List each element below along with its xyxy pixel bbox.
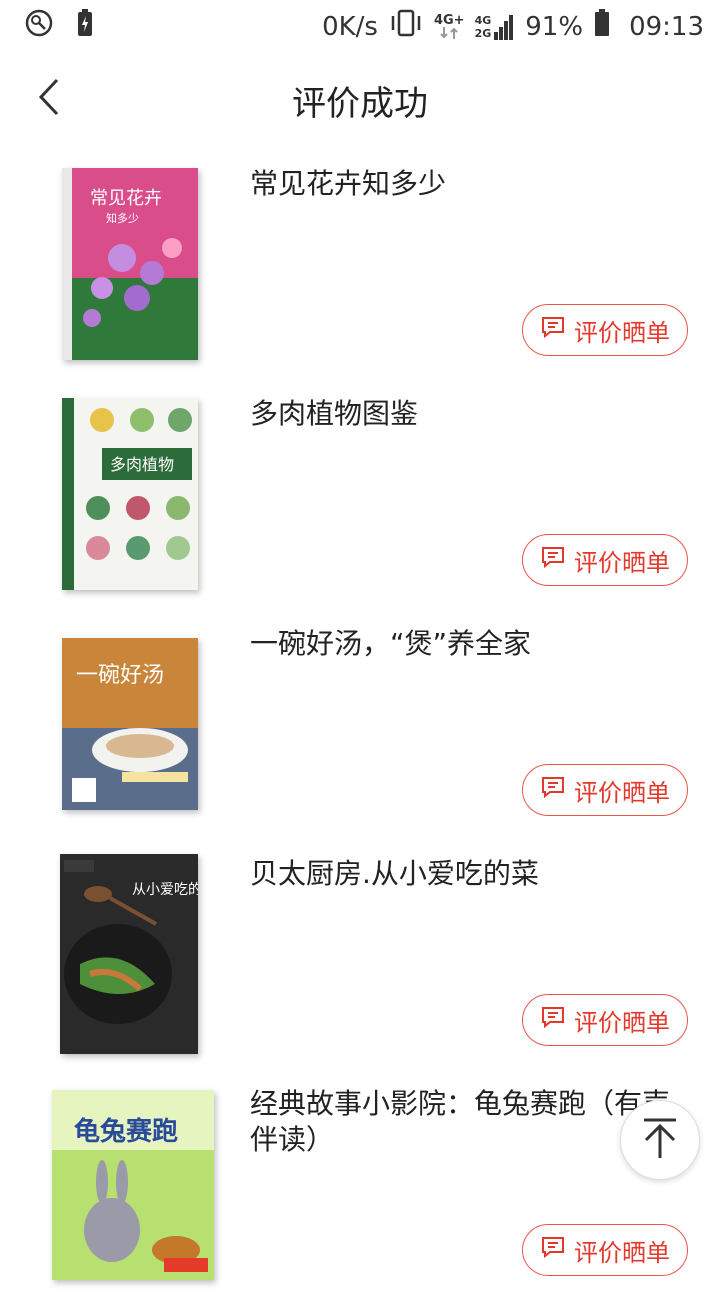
list-item: 多肉植物 多肉植物图鉴 评价晒单 (0, 380, 720, 610)
comment-icon (540, 1005, 566, 1035)
review-share-button[interactable]: 评价晒单 (522, 304, 688, 356)
vibrate-icon (388, 8, 424, 45)
review-share-button[interactable]: 评价晒单 (522, 764, 688, 816)
clock: 09:13 (629, 11, 704, 42)
review-share-button[interactable]: 评价晒单 (522, 994, 688, 1046)
book-cover-image[interactable]: 常见花卉 知多少 (62, 168, 198, 360)
signal-4g-2g: 4G 2G (475, 14, 516, 40)
product-title[interactable]: 常见花卉知多少 (250, 166, 690, 202)
product-title[interactable]: 多肉植物图鉴 (250, 396, 690, 432)
signal-4g-plus: 4G+ (434, 14, 465, 39)
svg-text:多肉植物: 多肉植物 (110, 455, 174, 474)
book-cover-image[interactable]: 多肉植物 (62, 398, 198, 590)
list-item: 常见花卉 知多少 常见花卉知多少 评价晒单 (0, 150, 720, 380)
list-item: 一碗好汤 一碗好汤，“煲”养全家 评价晒单 (0, 610, 720, 840)
review-share-label: 评价晒单 (574, 1008, 670, 1037)
page-title: 评价成功 (292, 84, 428, 124)
comment-icon (540, 545, 566, 575)
svg-text:常见花卉: 常见花卉 (90, 188, 162, 209)
svg-text:从小爱吃的菜: 从小爱吃的菜 (132, 882, 198, 898)
battery-saver-icon (76, 8, 94, 45)
comment-icon (540, 775, 566, 805)
comment-icon (540, 315, 566, 345)
scroll-to-top-button[interactable] (620, 1100, 700, 1180)
review-share-label: 评价晒单 (574, 548, 670, 577)
key-icon (24, 8, 54, 45)
product-title[interactable]: 贝太厨房.从小爱吃的菜 (250, 856, 690, 892)
battery-icon (593, 8, 611, 45)
review-share-label: 评价晒单 (574, 318, 670, 347)
battery-level: 91% (525, 11, 584, 42)
review-share-label: 评价晒单 (574, 1238, 670, 1267)
review-share-button[interactable]: 评价晒单 (522, 1224, 688, 1276)
header: 评价成功 (0, 60, 720, 136)
network-speed: 0K/s (322, 11, 378, 42)
svg-text:知多少: 知多少 (106, 211, 139, 225)
svg-text:龟兔赛跑: 龟兔赛跑 (74, 1116, 178, 1147)
svg-text:一碗好汤: 一碗好汤 (76, 663, 164, 688)
list-item: 从小爱吃的菜 贝太厨房.从小爱吃的菜 评价晒单 (0, 840, 720, 1070)
review-share-button[interactable]: 评价晒单 (522, 534, 688, 586)
comment-icon (540, 1235, 566, 1265)
arrow-up-icon (640, 1116, 680, 1164)
book-cover-image[interactable]: 龟兔赛跑 (52, 1090, 214, 1280)
book-cover-image[interactable]: 一碗好汤 (62, 638, 198, 810)
list-item: 龟兔赛跑 经典故事小影院：龟兔赛跑（有声伴读） 评价晒单 (0, 1070, 720, 1300)
product-title[interactable]: 一碗好汤，“煲”养全家 (250, 626, 690, 662)
status-bar: 0K/s 4G+ 4G 2G 91% 09:13 (0, 0, 720, 50)
review-share-label: 评价晒单 (574, 778, 670, 807)
book-cover-image[interactable]: 从小爱吃的菜 (60, 854, 198, 1054)
